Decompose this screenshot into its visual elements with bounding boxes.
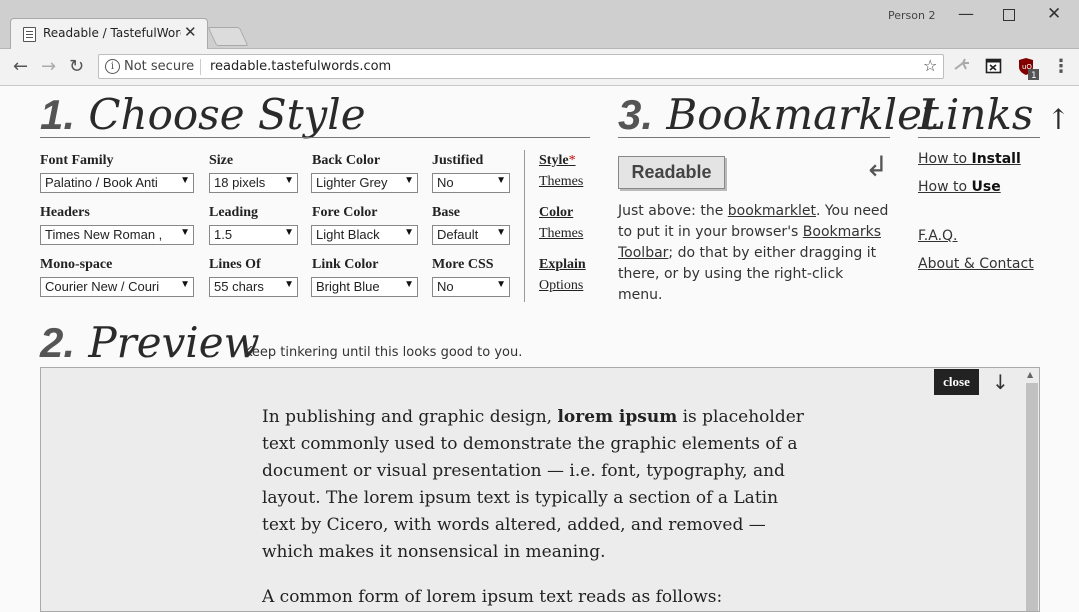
browser-titlebar: Readable / TastefulWords ✕ Person 2 — ✕ <box>0 0 1079 49</box>
bookmarklet-instructions: Just above: the bookmarklet. You need to… <box>618 203 889 303</box>
how-to-install-link[interactable]: How to Install <box>918 151 1021 167</box>
lines-of-select[interactable]: 55 chars ▼ <box>209 277 298 297</box>
address-bar[interactable]: i Not secure readable.tastefulwords.com … <box>98 54 944 79</box>
faq-link[interactable]: F.A.Q. <box>918 228 958 244</box>
how-to-use-link[interactable]: How to Use <box>918 179 1001 195</box>
page-icon <box>23 27 36 42</box>
tab-title: Readable / TastefulWords <box>43 26 181 40</box>
down-arrow-icon[interactable]: ↓ <box>992 370 1009 394</box>
tab-close-icon[interactable]: ✕ <box>184 23 197 41</box>
scroll-up-icon[interactable]: ▲ <box>1027 370 1033 379</box>
leading-label: Leading <box>209 205 259 220</box>
section-rule <box>918 137 1040 138</box>
color-themes-link[interactable]: Color <box>539 205 573 221</box>
forward-icon[interactable]: → <box>41 56 56 77</box>
ublock-extension-icon[interactable]: uO 1 <box>1017 57 1041 81</box>
justified-label: Justified <box>432 153 484 168</box>
lines-of-label: Lines Of <box>209 257 261 272</box>
scrollbar-thumb[interactable] <box>1026 383 1038 611</box>
base-label: Base <box>432 205 460 220</box>
base-select[interactable]: Default ▼ <box>432 225 510 245</box>
minimize-icon[interactable]: — <box>958 4 974 23</box>
bookmarklet-link[interactable]: bookmarklet <box>728 203 816 219</box>
preview-close-button[interactable]: close <box>934 369 979 395</box>
section-title: Preview <box>88 318 260 367</box>
links-heading: Links ↑ <box>918 90 1070 139</box>
justified-select[interactable]: No ▼ <box>432 173 510 193</box>
up-arrow-icon[interactable]: ↑ <box>1047 103 1070 136</box>
headers-label: Headers <box>40 205 90 220</box>
size-select[interactable]: 18 pixels ▼ <box>209 173 298 193</box>
readable-extension-icon[interactable] <box>985 57 1003 75</box>
section-title: Bookmarklet <box>666 90 939 139</box>
size-label: Size <box>209 153 234 168</box>
security-label[interactable]: Not secure <box>124 59 194 74</box>
profile-name[interactable]: Person 2 <box>888 9 935 22</box>
headers-select[interactable]: Times New Roman , ▼ <box>40 225 194 245</box>
mono-space-select[interactable]: Courier New / Couri ▼ <box>40 277 194 297</box>
preview-paragraph: In publishing and graphic design, lorem … <box>262 407 804 562</box>
preview-heading: 2. Preview <box>40 318 260 367</box>
readable-bookmarklet-button[interactable]: Readable <box>618 156 725 189</box>
style-themes-link[interactable]: Style* <box>539 153 576 169</box>
preview-tagline: Keep tinkering until this looks good to … <box>244 345 523 360</box>
url-text[interactable]: readable.tastefulwords.com <box>210 59 391 74</box>
preview-paragraph: A common form of lorem ipsum text reads … <box>262 587 723 607</box>
style-themes-link-line2[interactable]: Themes <box>539 174 583 190</box>
font-family-select[interactable]: Palatino / Book Anti ▼ <box>40 173 194 193</box>
reload-icon[interactable]: ↻ <box>69 56 84 77</box>
back-icon[interactable]: ← <box>13 56 28 77</box>
explain-options-link[interactable]: Explain <box>539 257 586 273</box>
svg-text:1: 1 <box>1031 71 1037 81</box>
section-title: Choose Style <box>88 90 366 139</box>
leading-select[interactable]: 1.5 ▼ <box>209 225 298 245</box>
section-rule <box>40 137 590 138</box>
section-title: Links <box>918 90 1034 139</box>
mono-space-label: Mono-space <box>40 257 113 272</box>
link-color-label: Link Color <box>312 257 379 272</box>
color-themes-link-line2[interactable]: Themes <box>539 226 583 242</box>
info-icon[interactable]: i <box>105 59 120 74</box>
section-number: 1. <box>40 91 76 138</box>
choose-style-heading: 1. Choose Style <box>40 90 366 139</box>
about-contact-link[interactable]: About & Contact <box>918 256 1034 272</box>
new-tab-button[interactable] <box>207 27 249 46</box>
return-arrow-icon: ↲ <box>865 150 889 183</box>
font-family-label: Font Family <box>40 153 114 168</box>
section-number: 2. <box>40 319 76 366</box>
fore-color-select[interactable]: Light Black ▼ <box>311 225 418 245</box>
back-color-select[interactable]: Lighter Grey ▼ <box>311 173 418 193</box>
window-close-icon[interactable]: ✕ <box>1047 4 1061 24</box>
options-divider <box>524 150 525 302</box>
bookmarklet-heading: 3. Bookmarklet <box>618 90 939 139</box>
more-css-select[interactable]: No ▼ <box>432 277 510 297</box>
pin-extension-icon[interactable] <box>953 57 971 75</box>
bookmark-star-icon[interactable]: ☆ <box>923 56 937 75</box>
browser-tab[interactable]: Readable / TastefulWords ✕ <box>10 18 208 49</box>
section-rule <box>618 137 890 138</box>
browser-toolbar: ← → ↻ i Not secure readable.tastefulword… <box>0 49 1079 86</box>
section-number: 3. <box>618 91 654 138</box>
back-color-label: Back Color <box>312 153 381 168</box>
link-color-select[interactable]: Bright Blue ▼ <box>311 277 418 297</box>
fore-color-label: Fore Color <box>312 205 378 220</box>
preview-text: In publishing and graphic design, lorem … <box>262 404 807 611</box>
maximize-icon[interactable] <box>1003 9 1015 21</box>
explain-options-link-line2[interactable]: Options <box>539 278 583 294</box>
menu-icon[interactable]: ⋮ <box>1052 56 1070 77</box>
preview-pane[interactable]: close ↓ ▲ In publishing and graphic desi… <box>40 367 1040 612</box>
omnibox-divider <box>200 59 201 75</box>
more-css-label: More CSS <box>432 257 494 272</box>
